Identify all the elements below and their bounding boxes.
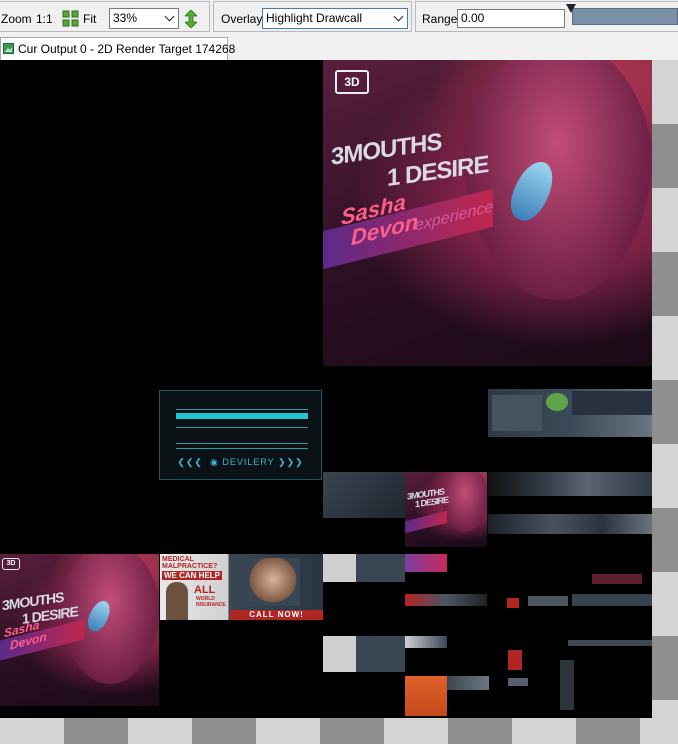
ad-thumb — [323, 636, 405, 672]
ad-thumb — [323, 472, 405, 518]
poster-logo: 3D — [2, 558, 20, 570]
ad-line1: MEDICAL — [162, 556, 194, 563]
zoom-1to1-button[interactable]: 1:1 — [36, 12, 53, 26]
atlas-fragment — [528, 596, 568, 606]
ad-thumb — [447, 676, 489, 690]
atlas-fragment — [572, 594, 652, 606]
ad-strip-panel — [492, 395, 542, 431]
zoom-label: Zoom — [1, 12, 32, 26]
face-shape — [463, 60, 652, 300]
ad-thumb — [405, 676, 447, 716]
overlay-select[interactable]: Highlight Drawcall — [262, 8, 408, 29]
range-black-point-handle[interactable] — [566, 4, 576, 13]
zoom-select-value: 33% — [113, 11, 138, 25]
poster-logo: 3D — [335, 70, 369, 94]
fit-icon[interactable] — [62, 10, 79, 27]
poster-bottom: 3D 3MOUTHS 1 DESIRE Sasha Devon — [0, 554, 159, 706]
ad-thumb-row — [488, 514, 652, 534]
atlas-fragment — [508, 678, 528, 686]
output-tabstrip: Cur Output 0 - 2D Render Target 174268 — [0, 34, 678, 60]
dialog-cta-text: DEVILERY — [222, 457, 275, 467]
atlas-fragment — [560, 660, 574, 710]
ad-thumb — [405, 554, 447, 572]
ad-cta: CALL NOW! — [230, 610, 323, 620]
atlas-fragment — [568, 640, 652, 646]
texture-viewport[interactable]: 3D 3MOUTHS 1 DESIRE Sasha Devon experien… — [0, 60, 678, 744]
ad-face-illustration — [246, 558, 300, 606]
ad-thumb-row — [488, 472, 652, 496]
ad-strip — [488, 389, 652, 437]
zoom-select[interactable]: 33% — [109, 8, 179, 29]
ad-thumb — [323, 554, 405, 582]
medical-ad-tile: MEDICAL MALPRACTICE? WE CAN HELP ALL WOR… — [160, 554, 323, 620]
range-label: Range — [422, 12, 458, 26]
ad-line2: MALPRACTICE? — [162, 563, 218, 570]
zoom-group: Zoom 1:1 Fit 33% — [0, 1, 210, 32]
overlay-select-value: Highlight Drawcall — [266, 11, 363, 25]
ui-dialog-tile: ❮❮❮ ◉ DEVILERY ❯❯❯ — [159, 390, 322, 480]
chevron-down-icon — [393, 11, 404, 22]
dialog-bar — [176, 413, 308, 419]
atlas-fragment — [592, 574, 642, 584]
tab-label: Cur Output 0 - 2D Render Target 174268 — [18, 42, 236, 56]
sync-zoom-icon[interactable] — [185, 10, 197, 28]
ad-thumb — [405, 594, 487, 606]
dialog-line — [176, 427, 308, 428]
overlay-label: Overlay — [221, 12, 263, 26]
ad-brand: ALL — [194, 584, 216, 596]
ad-person — [166, 582, 188, 620]
ad-strip-logo — [546, 393, 568, 411]
dialog-line — [176, 409, 308, 410]
ad-headline: WE CAN HELP — [162, 571, 222, 580]
chevron-down-icon — [164, 11, 175, 22]
overlay-group: Overlay Highlight Drawcall — [213, 1, 412, 32]
ad-thumb — [405, 636, 447, 648]
dialog-line — [176, 443, 308, 444]
poster-thumb: 3MOUTHS 1 DESIRE — [405, 472, 487, 547]
poster-large: 3D 3MOUTHS 1 DESIRE Sasha Devon experien… — [323, 60, 652, 366]
atlas-fragment — [507, 598, 519, 608]
range-histogram-slider[interactable] — [572, 8, 678, 25]
poster-band — [405, 510, 447, 534]
texture-viewer-toolbar: Zoom 1:1 Fit 33% Overlay Highlight Drawc… — [0, 0, 678, 34]
dialog-cta: ❮❮❮ ◉ DEVILERY ❯❯❯ — [177, 457, 304, 467]
atlas-fragment — [508, 650, 522, 670]
ad-strip-panel — [572, 391, 652, 415]
range-min-input[interactable]: 0.00 — [457, 9, 565, 28]
fit-button-label[interactable]: Fit — [83, 12, 96, 26]
ad-brand-sub2: INSURANCE — [196, 602, 226, 608]
image-icon — [3, 43, 14, 54]
dialog-line — [176, 448, 308, 449]
tab-cur-output[interactable]: Cur Output 0 - 2D Render Target 174268 — [0, 37, 235, 60]
render-target-image: 3D 3MOUTHS 1 DESIRE Sasha Devon experien… — [0, 60, 652, 718]
